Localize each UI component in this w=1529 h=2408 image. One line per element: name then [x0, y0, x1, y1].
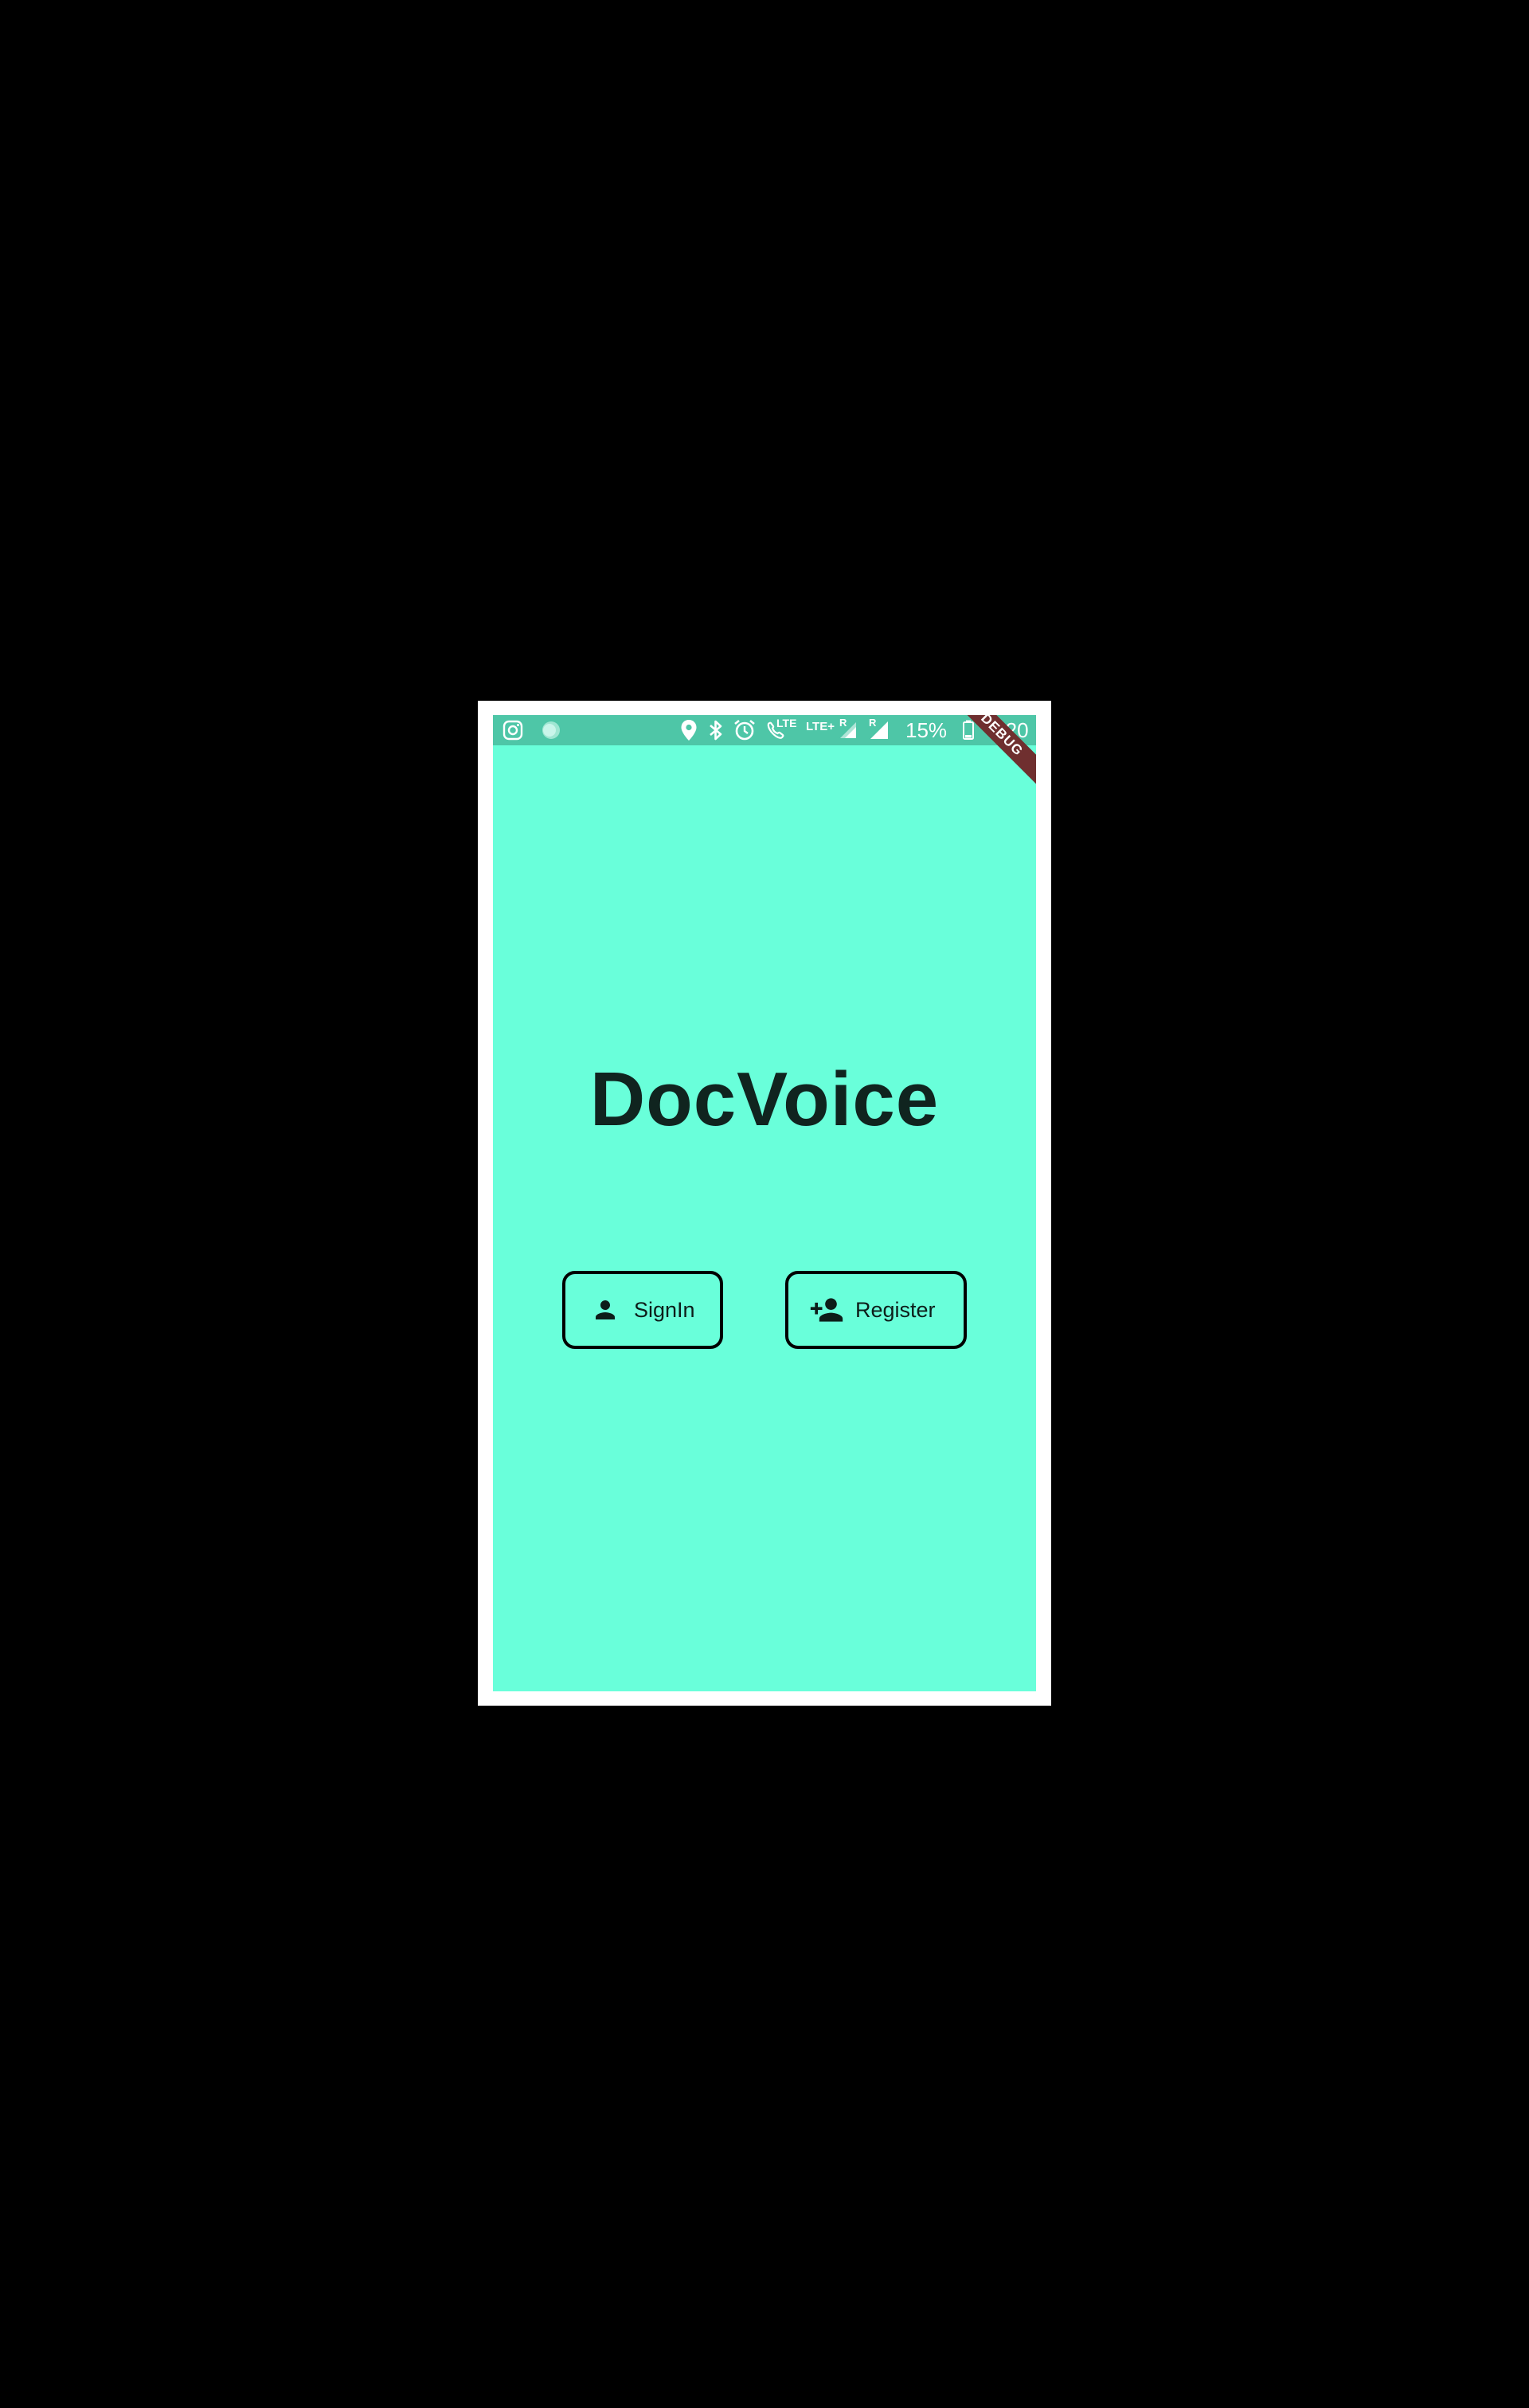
alarm-icon [732, 715, 757, 745]
signal-icon [867, 715, 891, 745]
notification-dot-icon [539, 715, 563, 745]
app-screen: LTE LTE+ R R 15% 9:20 DEBUG DocVoice [493, 715, 1036, 1691]
status-bar: LTE LTE+ R R 15% 9:20 [493, 715, 1036, 745]
call-badge: LTE [776, 717, 797, 729]
signin-label: SignIn [634, 1297, 695, 1322]
instagram-icon [501, 715, 525, 745]
location-icon [678, 715, 699, 745]
person-icon [588, 1292, 623, 1327]
app-title: DocVoice [589, 1057, 940, 1142]
battery-percent: 15% [905, 718, 948, 742]
person-add-icon [809, 1292, 844, 1327]
network-label: LTE+ [806, 720, 835, 733]
signin-button[interactable]: SignIn [562, 1271, 723, 1349]
bluetooth-icon [706, 715, 725, 745]
lte-signal-icon [837, 715, 859, 745]
register-button[interactable]: Register [785, 1271, 967, 1349]
register-label: Register [855, 1297, 936, 1322]
